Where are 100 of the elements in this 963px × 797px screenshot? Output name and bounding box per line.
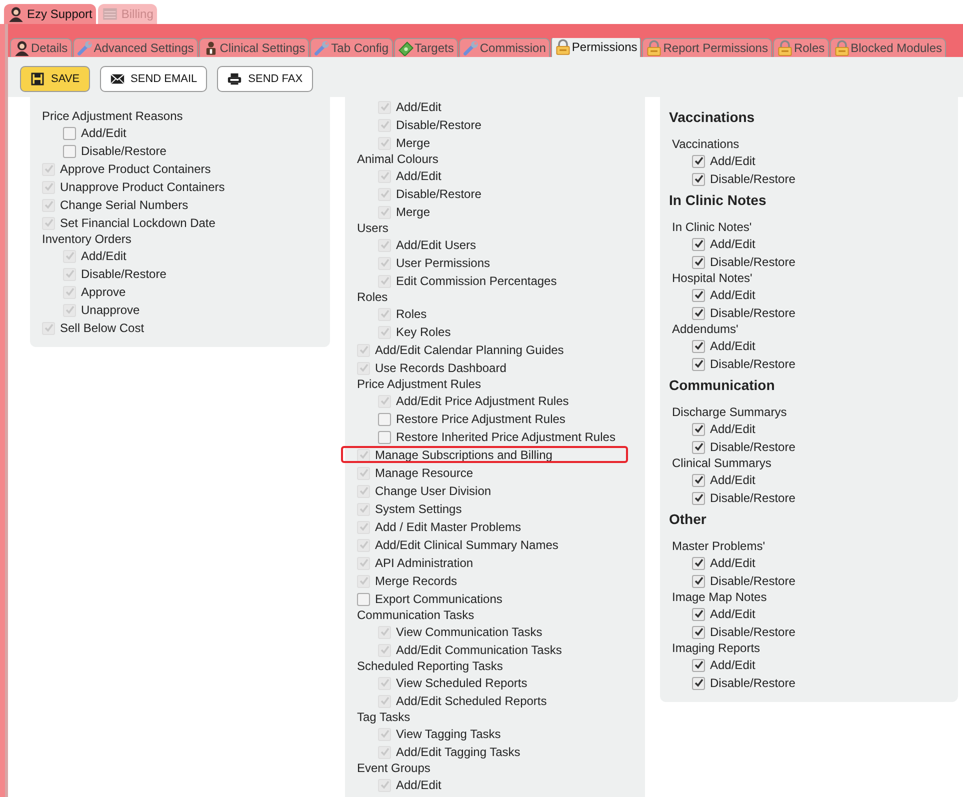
checkbox[interactable] — [692, 288, 705, 302]
group-label: Addendums' — [671, 322, 740, 337]
envelope-icon — [110, 72, 125, 86]
tab[interactable]: Details — [10, 38, 72, 57]
checkbox[interactable] — [692, 626, 705, 638]
checkbox-label: Restore Inherited Price Adjustment Rules — [396, 430, 616, 444]
checkbox-label: Add / Edit Master Problems — [375, 520, 522, 534]
checkbox-label: Add/Edit Tagging Tasks — [396, 745, 520, 759]
checkbox[interactable] — [63, 144, 76, 158]
checkbox[interactable] — [692, 608, 705, 620]
person-icon — [8, 6, 24, 22]
checkbox-label: Add/Edit Scheduled Reports — [396, 694, 547, 708]
tab[interactable]: Targets — [394, 38, 458, 57]
checkbox-label: View Communication Tasks — [396, 625, 542, 639]
group-label: Animal Colours — [357, 152, 440, 167]
lock-icon — [646, 40, 662, 56]
checkbox-label: Unapprove Product Containers — [60, 180, 225, 194]
tab[interactable]: Report Permissions — [642, 38, 772, 57]
checkbox-label: Add/Edit — [396, 778, 442, 792]
checkbox[interactable] — [378, 430, 391, 444]
checkbox[interactable] — [692, 306, 705, 320]
checkbox[interactable] — [692, 556, 705, 570]
checkbox-label: Edit Commission Percentages — [396, 274, 557, 288]
send-email-button[interactable]: SEND EMAIL — [100, 66, 208, 92]
checkbox[interactable] — [692, 658, 705, 672]
checkbox[interactable] — [692, 422, 705, 436]
group-label: Inventory Orders — [42, 232, 132, 247]
checkbox-label: Add/Edit — [710, 473, 756, 487]
checkbox-label: Disable/Restore — [396, 187, 482, 201]
checkbox[interactable] — [692, 492, 705, 504]
checkbox-label: Merge Records — [375, 574, 458, 588]
checkbox[interactable] — [692, 440, 705, 454]
checkbox-label: Disable/Restore — [710, 676, 796, 690]
person-icon — [14, 40, 30, 56]
checkbox[interactable] — [692, 474, 705, 486]
checkbox-label: Approve — [81, 285, 126, 299]
tab[interactable]: Clinical Settings — [198, 38, 310, 57]
checkbox-label: Merge — [396, 205, 430, 219]
checkbox-label: Disable/Restore — [81, 267, 166, 281]
checkbox[interactable] — [692, 340, 705, 352]
checkbox-label: Change Serial Numbers — [60, 198, 188, 212]
checkbox-label: Add/Edit — [710, 339, 756, 353]
checkbox[interactable] — [692, 154, 705, 168]
tab[interactable]: Commission — [458, 38, 550, 57]
checkbox-label: Sell Below Cost — [60, 321, 144, 335]
checkbox-label: Disable/Restore — [710, 440, 796, 454]
checkbox[interactable] — [692, 358, 705, 370]
app-tab[interactable]: Ezy Support — [4, 4, 96, 24]
group-label: Hospital Notes' — [671, 271, 754, 286]
section-heading: Other — [669, 510, 708, 529]
checkbox-label: Disable/Restore — [710, 357, 796, 371]
checkbox-label: User Permissions — [396, 256, 490, 270]
tab[interactable]: Blocked Modules — [830, 38, 946, 57]
tab[interactable]: Tab Config — [310, 38, 393, 57]
lock-icon — [554, 38, 571, 54]
checkbox[interactable] — [692, 676, 705, 690]
checkbox-label: Add/Edit — [81, 126, 126, 140]
tab[interactable]: Roles — [772, 38, 829, 57]
group-label: Imaging Reports — [671, 641, 762, 656]
checkbox-label: Disable/Restore — [710, 255, 796, 269]
section-heading: In Clinic Notes — [669, 191, 768, 210]
printer-icon — [227, 72, 242, 86]
checkbox[interactable] — [692, 238, 705, 250]
group-label: Communication Tasks — [357, 608, 476, 623]
checkbox-label: View Scheduled Reports — [396, 676, 528, 690]
checkbox-label: Add/Edit Communication Tasks — [396, 643, 562, 657]
checkbox[interactable] — [63, 126, 76, 140]
checkbox-label: API Administration — [375, 556, 474, 570]
checkbox-label: Roles — [396, 307, 427, 321]
checkbox[interactable] — [692, 172, 705, 186]
save-button[interactable]: SAVE — [20, 66, 90, 92]
checkbox-label: Add/Edit — [710, 556, 756, 570]
checkbox-label: Approve Product Containers — [60, 162, 211, 176]
checkbox-label: Add/Edit — [396, 100, 442, 114]
checkbox-label: Set Financial Lockdown Date — [60, 216, 216, 230]
checkbox-label: Disable/Restore — [710, 491, 796, 505]
checkbox-label: Disable/Restore — [710, 625, 796, 639]
group-label: Discharge Summarys — [671, 405, 788, 420]
tab[interactable]: Permissions — [550, 38, 642, 57]
lock-icon — [776, 40, 793, 56]
tab[interactable]: Advanced Settings — [72, 38, 198, 57]
banknote-icon — [398, 40, 414, 56]
checkbox-label: View Tagging Tasks — [396, 727, 501, 741]
group-label: Tag Tasks — [357, 710, 412, 725]
checkbox-label: Add/Edit — [710, 607, 756, 621]
send-fax-button[interactable]: SEND FAX — [217, 66, 313, 92]
checkbox[interactable] — [692, 574, 705, 588]
checkbox-label: Add/Edit Clinical Summary Names — [375, 538, 558, 552]
checkbox-label: Manage Resource — [375, 466, 474, 480]
lock-icon — [834, 40, 850, 56]
checkbox-label: Unapprove — [81, 303, 140, 317]
group-label: Clinical Summarys — [671, 456, 772, 471]
checkbox[interactable] — [378, 412, 391, 426]
checkbox-label: Disable/Restore — [710, 172, 796, 186]
checkbox[interactable] — [692, 256, 705, 268]
checkbox-label: Use Records Dashboard — [375, 361, 506, 375]
checkbox-label: Add/Edit Price Adjustment Rules — [396, 394, 569, 408]
group-label: Roles — [357, 290, 389, 305]
group-label: Image Map Notes — [671, 590, 768, 605]
checkbox[interactable] — [357, 592, 370, 606]
